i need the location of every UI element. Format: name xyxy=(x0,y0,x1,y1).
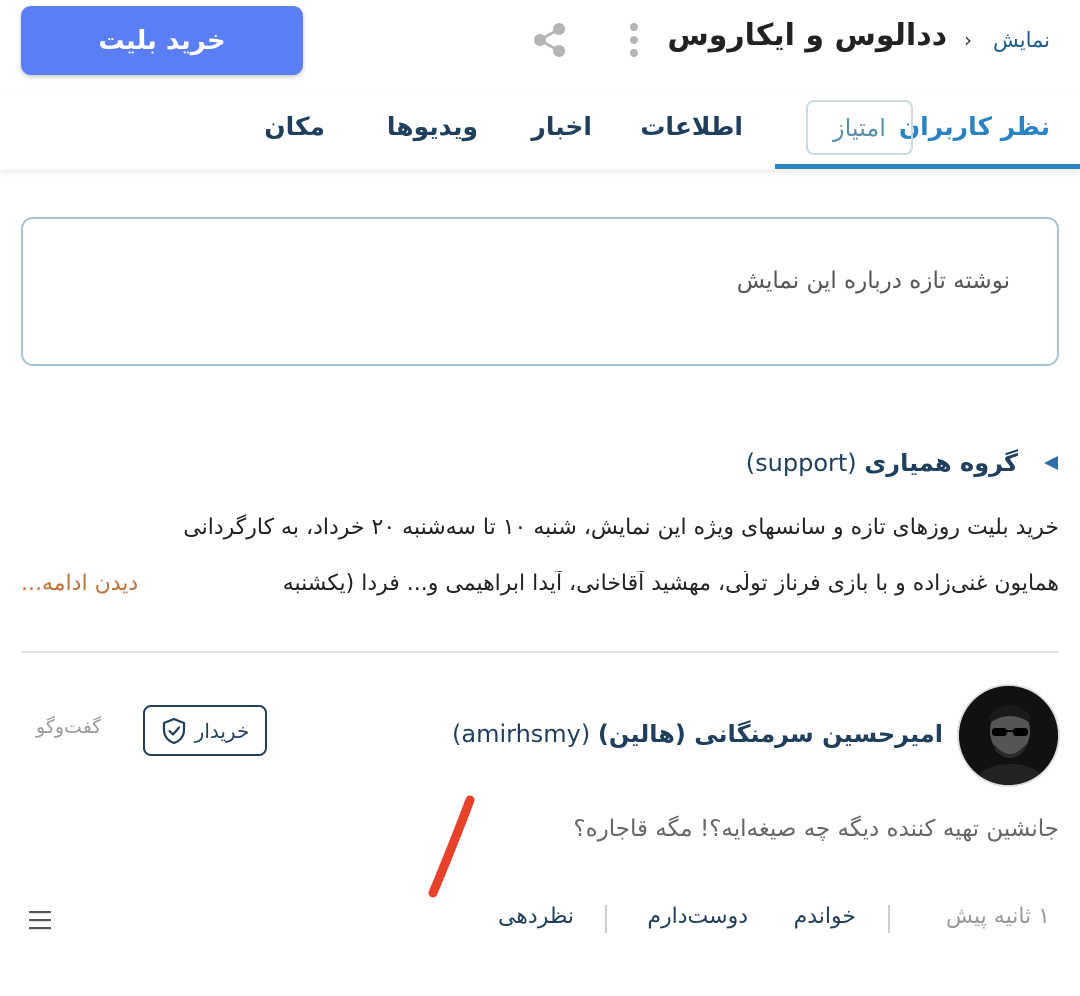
comment-author[interactable]: امیرحسین سرمنگانی (هالین) (amirhsmy) xyxy=(452,720,943,748)
page-title: ددالوس و ایکاروس xyxy=(667,18,947,53)
buyer-badge: خریدار xyxy=(143,705,267,756)
post-body-line-wrap: همایون غنی‌زاده و با بازی فرناز تولّی، م… xyxy=(21,571,1059,607)
tab-videos[interactable]: ویدیوها xyxy=(387,112,478,141)
read-button[interactable]: خواندم xyxy=(794,904,856,929)
compose-placeholder: نوشته تازه درباره این نمایش xyxy=(736,268,1010,294)
buy-ticket-button[interactable]: خرید بلیت xyxy=(21,6,303,75)
buyer-badge-label: خریدار xyxy=(194,718,250,743)
like-button[interactable]: دوست‌دارم xyxy=(647,904,748,929)
tab-news[interactable]: اخبار xyxy=(531,112,592,141)
tab-place[interactable]: مکان xyxy=(264,112,325,141)
comment-author-handle: (amirhsmy) xyxy=(452,720,591,748)
tab-rating[interactable]: امتیاز xyxy=(806,100,913,155)
annotation-slash-mark xyxy=(428,795,475,898)
tab-user-reviews[interactable]: نظر کاربران xyxy=(899,112,1050,141)
divider xyxy=(21,651,1059,653)
conversation-link[interactable]: گفت‌وگو xyxy=(36,716,101,738)
reply-button[interactable]: نظردهی xyxy=(498,904,574,929)
post-author-name: گروه همیاری xyxy=(864,449,1018,477)
post-body-line: خرید بلیت روزهای تازه و سانسهای ویژه این… xyxy=(183,515,1059,540)
separator xyxy=(888,905,890,933)
comment-text: جانشین تهیه کننده دیگه چه صیغه‌ایه؟! مگه… xyxy=(573,816,1059,842)
avatar[interactable] xyxy=(957,684,1060,787)
post-author-handle: (support) xyxy=(745,449,857,477)
separator xyxy=(605,905,607,933)
see-more-link[interactable]: دیدن ادامه... xyxy=(21,571,151,596)
post-body-line: همایون غنی‌زاده و با بازی فرناز تولّی، م… xyxy=(282,571,1059,596)
comment-timestamp: ۱ ثانیه پیش xyxy=(945,904,1050,929)
avatar-photo xyxy=(959,686,1058,785)
caret-left-icon xyxy=(1044,456,1058,470)
comment-author-name: امیرحسین سرمنگانی (هالین) xyxy=(597,720,943,748)
active-tab-indicator xyxy=(775,164,1080,169)
post-author[interactable]: گروه همیاری (support) xyxy=(746,449,1018,477)
breadcrumb-separator: › xyxy=(964,28,972,52)
hamburger-menu-icon[interactable] xyxy=(28,908,52,932)
more-vertical-icon[interactable] xyxy=(622,20,646,60)
shield-check-icon xyxy=(162,717,185,744)
tab-info[interactable]: اطلاعات xyxy=(640,112,743,141)
breadcrumb[interactable]: نمایش xyxy=(993,28,1050,52)
share-icon[interactable] xyxy=(530,20,570,60)
